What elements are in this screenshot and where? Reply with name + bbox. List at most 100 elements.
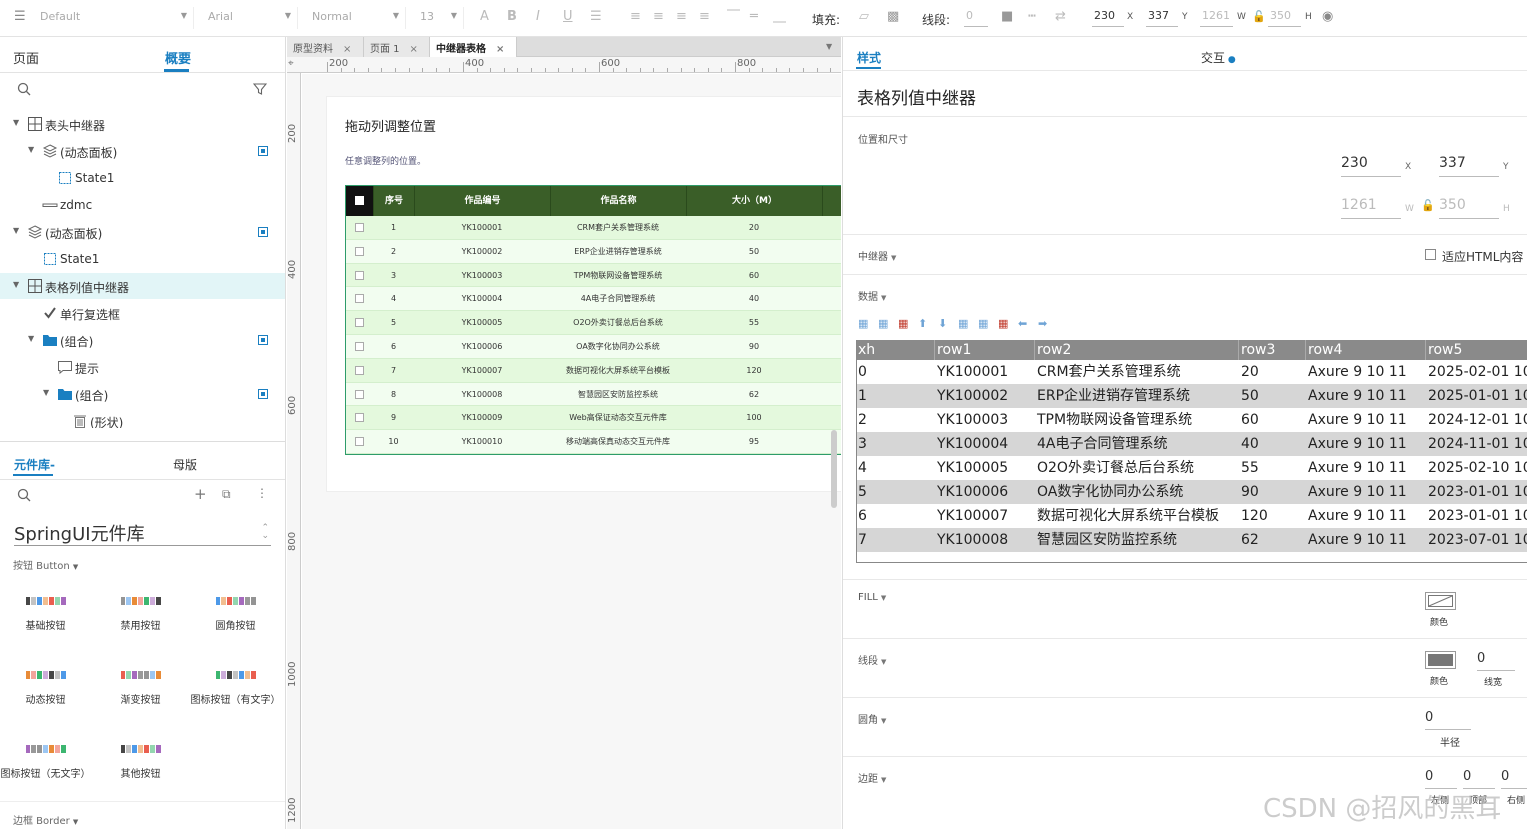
data-cell[interactable]: YK100003 <box>935 408 1035 432</box>
data-cell[interactable]: 0 <box>856 360 935 384</box>
fill-section[interactable]: FILL ▼ <box>858 592 886 603</box>
visibility-eye-icon[interactable]: ◉ <box>1322 9 1333 25</box>
row-checkbox[interactable] <box>355 437 364 447</box>
data-cell[interactable]: 4A电子合同管理系统 <box>1035 432 1239 456</box>
data-cell[interactable]: TPM物联网设备管理系统 <box>1035 408 1239 432</box>
padding-input[interactable]: 0 <box>1425 769 1457 789</box>
tab-library[interactable]: 元件库- <box>14 456 55 473</box>
data-cell[interactable]: CRM套户关系管理系统 <box>1035 360 1239 384</box>
toolbar-x-input[interactable]: 230 <box>1092 9 1124 27</box>
data-column-header[interactable]: row5 <box>1426 340 1527 360</box>
copy-library-icon[interactable]: ⧉ <box>222 487 231 502</box>
tab-masters[interactable]: 母版 <box>173 456 197 473</box>
library-item[interactable]: 禁用按钮 <box>93 597 188 632</box>
data-cell[interactable]: 2025-01-01 10 <box>1426 384 1527 408</box>
bullet-list-icon[interactable]: ☰ <box>590 9 602 25</box>
lock-icon[interactable]: 🔓 <box>1252 9 1266 25</box>
tree-item[interactable]: ▼ (组合) <box>0 327 285 353</box>
data-column-header[interactable]: xh <box>856 340 935 360</box>
expand-arrow-icon[interactable]: ▼ <box>28 334 34 343</box>
row-checkbox[interactable] <box>355 413 364 423</box>
tab-outline[interactable]: 概要 <box>165 48 191 67</box>
align-middle-icon[interactable]: ═ <box>750 9 758 25</box>
column-header[interactable]: 大小（M） <box>686 186 822 216</box>
data-cell[interactable]: Axure 9 10 11 <box>1306 504 1426 528</box>
bold-icon[interactable]: B <box>507 9 517 25</box>
close-icon[interactable]: × <box>410 44 418 55</box>
filter-icon[interactable] <box>253 82 267 96</box>
data-cell[interactable]: 50 <box>1239 384 1306 408</box>
data-cell[interactable]: 40 <box>1239 432 1306 456</box>
stroke-width-input[interactable]: 0 <box>1477 651 1515 671</box>
row-checkbox[interactable] <box>355 294 364 304</box>
select-all-checkbox[interactable] <box>355 196 364 205</box>
column-header[interactable]: 序号 <box>373 186 414 216</box>
page-tab[interactable]: 原型资料 × <box>287 37 364 57</box>
expand-arrow-icon[interactable]: ▼ <box>13 118 19 127</box>
close-icon[interactable]: × <box>496 44 504 55</box>
expand-arrow-icon[interactable]: ▼ <box>43 388 49 397</box>
data-cell[interactable]: 6 <box>856 504 935 528</box>
toolbar-y-input[interactable]: 337 <box>1146 9 1178 27</box>
row-checkbox[interactable] <box>355 342 364 351</box>
data-cell[interactable]: 60 <box>1239 408 1306 432</box>
stroke-section[interactable]: 线段 ▼ <box>858 652 886 667</box>
library-select[interactable]: SpringUI元件库 ⌃ ⌄ <box>14 520 271 546</box>
toolbar-h-input[interactable]: 350 <box>1268 9 1301 27</box>
padding-input[interactable]: 0 <box>1463 769 1495 789</box>
data-cell[interactable]: YK100001 <box>935 360 1035 384</box>
page-tab[interactable]: 页面 1 × <box>364 37 430 57</box>
align-top-icon[interactable]: ⎺ <box>727 9 740 25</box>
data-cell[interactable]: ERP企业进销存管理系统 <box>1035 384 1239 408</box>
tab-pages[interactable]: 页面 <box>13 48 39 67</box>
library-item[interactable]: 其他按钮 <box>93 745 188 780</box>
stroke-pattern-icon[interactable]: ┅ <box>1028 9 1036 25</box>
library-item[interactable]: 图标按钮（无文字） <box>0 745 93 780</box>
expand-arrow-icon[interactable]: ▼ <box>13 280 19 289</box>
fill-color-swatch[interactable] <box>1425 592 1456 610</box>
style-select[interactable]: Default ▼ <box>34 7 194 29</box>
data-cell[interactable]: 2025-02-01 10 <box>1426 360 1527 384</box>
padding-section[interactable]: 边距 ▼ <box>858 770 886 785</box>
data-cell[interactable]: Axure 9 10 11 <box>1306 528 1426 552</box>
data-cell[interactable]: 2 <box>856 408 935 432</box>
align-center-icon[interactable]: ≡ <box>653 9 664 25</box>
data-cell[interactable]: YK100006 <box>935 480 1035 504</box>
radius-input[interactable]: 0 <box>1425 710 1471 730</box>
library-item[interactable]: 动态按钮 <box>0 671 93 706</box>
data-cell[interactable]: O2O外卖订餐总后台系统 <box>1035 456 1239 480</box>
page-tab[interactable]: 中继器表格 × <box>430 37 517 57</box>
tree-item[interactable]: State1 <box>0 246 285 272</box>
data-cell[interactable]: Axure 9 10 11 <box>1306 432 1426 456</box>
size-select[interactable]: 13 ▼ <box>414 7 464 29</box>
tabs-dropdown-icon[interactable]: ▼ <box>826 42 832 51</box>
data-cell[interactable]: YK100005 <box>935 456 1035 480</box>
tree-item[interactable]: ▼ (组合) <box>0 381 285 407</box>
data-cell[interactable]: 2023-01-01 10 <box>1426 480 1527 504</box>
search-icon[interactable] <box>17 488 31 502</box>
data-cell[interactable]: 3 <box>856 432 935 456</box>
tree-item[interactable]: 提示 <box>0 354 285 380</box>
tree-item[interactable]: ▼ 表头中继器 <box>0 111 285 137</box>
library-item[interactable]: 图标按钮（有文字） <box>188 671 283 706</box>
visibility-toggle-icon[interactable] <box>258 389 268 399</box>
data-row-partial[interactable] <box>856 552 1527 563</box>
row-checkbox[interactable] <box>355 246 364 256</box>
text-color-icon[interactable]: A <box>480 9 489 25</box>
row-checkbox[interactable] <box>355 365 364 375</box>
repeater-grid[interactable]: 序号 作品编号 作品名称 大小（M） 1 YK100001 CRM套户关系管理系统 20 2 YK… <box>345 185 841 455</box>
data-cell[interactable]: 数据可视化大屏系统平台模板 <box>1035 504 1239 528</box>
data-column-header[interactable]: row3 <box>1239 340 1306 360</box>
tree-item[interactable]: State1 <box>0 165 285 191</box>
row-checkbox[interactable] <box>355 270 364 280</box>
search-icon[interactable] <box>17 82 31 96</box>
visibility-toggle-icon[interactable] <box>258 146 268 156</box>
data-column-header[interactable]: row2 <box>1035 340 1239 360</box>
toolbar-w-input[interactable]: 1261 <box>1200 9 1233 27</box>
data-cell[interactable]: 90 <box>1239 480 1306 504</box>
more-menu-icon[interactable]: ⋮ <box>256 486 268 500</box>
border-section-label[interactable]: 边框 Border ▼ <box>13 812 78 827</box>
row-checkbox[interactable] <box>355 389 364 399</box>
align-left-icon[interactable]: ≡ <box>630 9 641 25</box>
data-cell[interactable]: 1 <box>856 384 935 408</box>
